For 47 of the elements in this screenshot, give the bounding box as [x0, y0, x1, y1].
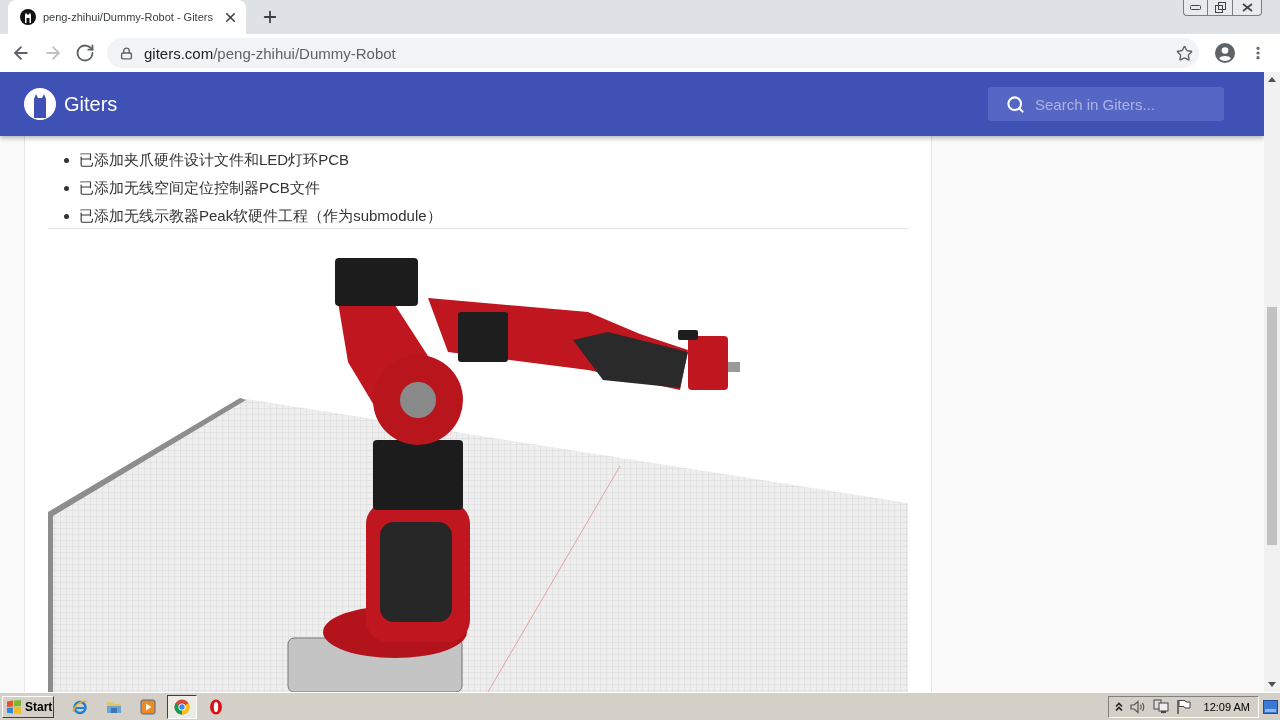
bullet-icon: [64, 157, 69, 163]
profile-button[interactable]: [1215, 43, 1235, 63]
forward-icon: [43, 43, 63, 63]
browser-icon: [174, 698, 190, 715]
speaker-icon[interactable]: [1129, 699, 1146, 714]
list-item: 已添加夹爪硬件设计文件和LED灯环PCB: [79, 150, 350, 170]
restore-button[interactable]: [1208, 0, 1233, 16]
clock-text[interactable]: 12:09 AM: [1203, 700, 1250, 713]
flag-icon[interactable]: [1175, 699, 1191, 714]
browser-tab[interactable]: peng-zhihui/Dummy-Robot - Giters: [8, 0, 246, 34]
url-text: giters.com/peng-zhihui/Dummy-Robot: [144, 44, 397, 62]
scroll-down-icon[interactable]: [1268, 682, 1276, 687]
chevrons-up-icon[interactable]: [1114, 701, 1123, 712]
play-icon: [140, 698, 156, 715]
start-button[interactable]: Start: [2, 695, 54, 718]
plus-icon: [261, 8, 279, 26]
address-bar[interactable]: giters.com/peng-zhihui/Dummy-Robot: [107, 38, 1199, 68]
lock-icon: [120, 46, 133, 60]
search-field[interactable]: Search in Giters...: [988, 87, 1224, 121]
favicon-icon: [20, 9, 36, 25]
browser-icon: [72, 698, 88, 715]
scroll-up-icon[interactable]: [1268, 77, 1276, 82]
close-icon: [1241, 3, 1253, 12]
site-title[interactable]: Giters: [64, 92, 118, 116]
minimize-button[interactable]: [1183, 0, 1208, 16]
bullet-icon: [64, 185, 69, 191]
list-item: 已添加无线示教器Peak软硬件工程（作为submodule）: [79, 206, 442, 226]
search-input[interactable]: Search in Giters...: [1035, 95, 1215, 113]
bookmark-button[interactable]: [1175, 44, 1193, 62]
back-icon: [11, 43, 31, 63]
list-item: 已添加无线空间定位控制器PCB文件: [79, 178, 320, 198]
new-tab-button[interactable]: [261, 8, 279, 26]
ring-icon: [208, 698, 224, 715]
network-icon[interactable]: [1152, 699, 1169, 714]
close-button[interactable]: [1233, 0, 1262, 16]
avatar-icon: [1215, 43, 1235, 63]
restore-icon: [1214, 2, 1226, 13]
minimize-icon: [1190, 5, 1201, 10]
logo-icon[interactable]: [24, 88, 56, 120]
bullet-icon: [64, 213, 69, 219]
scrollbar-thumb[interactable]: [1267, 307, 1277, 545]
flag-icon: [6, 699, 22, 714]
taskbar-app-button[interactable]: [167, 694, 197, 719]
reload-icon: [75, 43, 95, 63]
star-icon: [1175, 44, 1193, 62]
desktop-icon[interactable]: [1263, 699, 1278, 714]
search-icon: [1006, 94, 1025, 114]
